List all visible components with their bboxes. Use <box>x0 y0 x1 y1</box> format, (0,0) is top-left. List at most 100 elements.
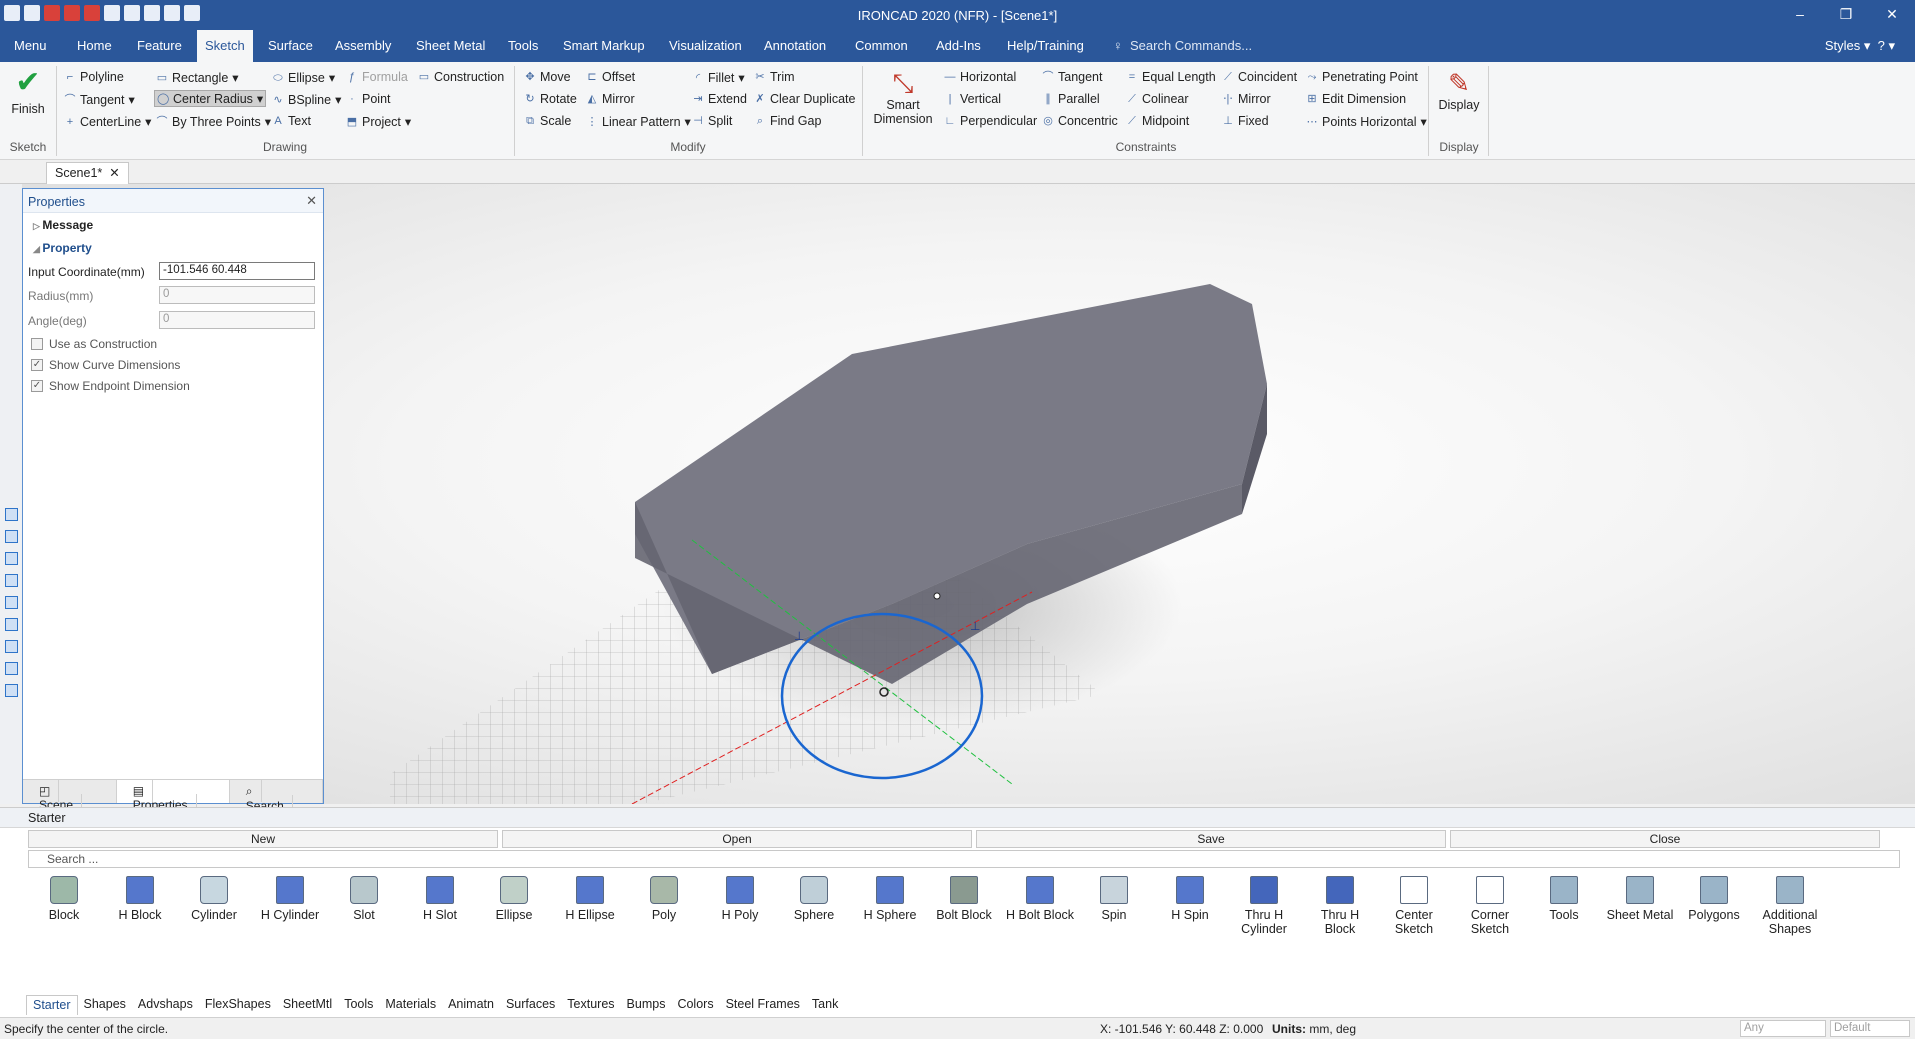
catalog-item[interactable]: Thru H Block <box>1304 876 1376 936</box>
catalog-tab[interactable]: Starter <box>26 995 78 1015</box>
formula-tool[interactable]: ƒ Formula <box>346 70 408 84</box>
edit-dimension-tool[interactable]: ⊞ Edit Dimension <box>1306 92 1406 106</box>
use-as-construction-checkbox[interactable]: Use as Construction <box>31 337 157 351</box>
view-cube-icon[interactable] <box>5 618 18 631</box>
catalog-item[interactable]: Ellipse <box>478 876 550 922</box>
catalog-item[interactable]: Thru H Cylinder <box>1228 876 1300 936</box>
view-cube-icon[interactable] <box>5 662 18 675</box>
catalog-item[interactable]: Tools <box>1528 876 1600 922</box>
move-tool[interactable]: ✥ Move <box>524 70 570 84</box>
tab-scene[interactable]: ◰ Scene <box>23 780 117 816</box>
catalog-item[interactable]: Sphere <box>778 876 850 922</box>
view-cube-icon[interactable] <box>5 596 18 609</box>
extend-tool[interactable]: ⇥ Extend <box>692 92 747 106</box>
property-section[interactable]: ◢ Property <box>33 241 92 255</box>
parallel-constraint[interactable]: ∥ Parallel <box>1042 92 1099 106</box>
radius-field[interactable]: 0 <box>159 286 315 304</box>
tab-visualization[interactable]: Visualization <box>661 30 750 62</box>
angle-field[interactable]: 0 <box>159 311 315 329</box>
catalog-item[interactable]: H Ellipse <box>554 876 626 922</box>
tab-tools[interactable]: Tools <box>500 30 546 62</box>
display-button[interactable]: ✎ Display <box>1436 68 1482 112</box>
catalog-tab[interactable]: Bumps <box>621 995 672 1015</box>
catalog-tab[interactable]: SheetMtl <box>277 995 338 1015</box>
close-tab-icon[interactable]: ✕ <box>109 166 119 180</box>
show-endpoint-dimension-checkbox[interactable]: ✓ Show Endpoint Dimension <box>31 379 190 393</box>
fillet-tool[interactable]: ◜ Fillet ▾ <box>692 70 745 86</box>
clear-duplicate-tool[interactable]: ✗ Clear Duplicate <box>754 92 855 106</box>
tab-menu[interactable]: Menu <box>6 30 55 62</box>
catalog-tab[interactable]: Steel Frames <box>720 995 806 1015</box>
catalog-item[interactable]: H Spin <box>1154 876 1226 922</box>
three-point-arc-tool[interactable]: ⌒ By Three Points ▾ <box>156 114 271 130</box>
catalog-close-button[interactable]: Close <box>1450 830 1880 848</box>
smart-dimension-button[interactable]: ⤡ Smart Dimension <box>866 68 940 126</box>
catalog-item[interactable]: Corner Sketch <box>1454 876 1526 936</box>
concentric-constraint[interactable]: ◎ Concentric <box>1042 114 1118 128</box>
catalog-new-button[interactable]: New <box>28 830 498 848</box>
view-cube-icon[interactable] <box>5 684 18 697</box>
filter-combo[interactable]: Any <box>1740 1020 1826 1037</box>
text-tool[interactable]: A Text <box>272 114 311 128</box>
tab-home[interactable]: Home <box>69 30 120 62</box>
midpoint-constraint[interactable]: ⟋ Midpoint <box>1126 114 1189 128</box>
catalog-item[interactable]: Bolt Block <box>928 876 1000 922</box>
close-window-button[interactable]: ✕ <box>1869 0 1915 30</box>
scale-tool[interactable]: ⧉ Scale <box>524 114 571 128</box>
equal-length-constraint[interactable]: = Equal Length <box>1126 70 1216 84</box>
offset-tool[interactable]: ⊏ Offset <box>586 70 635 84</box>
minimize-button[interactable]: – <box>1777 0 1823 30</box>
rectangle-tool[interactable]: ▭ Rectangle ▾ <box>156 70 239 86</box>
view-cube-icon[interactable] <box>5 530 18 543</box>
catalog-item[interactable]: Polygons <box>1678 876 1750 922</box>
catalog-tab[interactable]: Materials <box>379 995 442 1015</box>
point-tool[interactable]: · Point <box>346 92 390 106</box>
penetrating-point-constraint[interactable]: ⤳ Penetrating Point <box>1306 70 1418 84</box>
catalog-tab[interactable]: Tools <box>338 995 379 1015</box>
view-cube-icon[interactable] <box>5 640 18 653</box>
catalog-item[interactable]: Block <box>28 876 100 922</box>
finish-button[interactable]: ✔ Finish <box>8 68 48 117</box>
centerline-tool[interactable]: + CenterLine ▾ <box>64 114 152 130</box>
tab-properties[interactable]: ▤ Properties <box>116 780 230 816</box>
tab-annotation[interactable]: Annotation <box>756 30 834 62</box>
coincident-constraint[interactable]: ⟋ Coincident <box>1222 70 1297 84</box>
split-tool[interactable]: ⊣ Split <box>692 114 732 128</box>
view-cube-icon[interactable] <box>5 508 18 521</box>
catalog-tab[interactable]: Animatn <box>442 995 500 1015</box>
center-radius-tool[interactable]: ◯ Center Radius ▾ <box>154 90 267 107</box>
catalog-item[interactable]: Additional Shapes <box>1754 876 1826 936</box>
project-tool[interactable]: ⬒ Project ▾ <box>346 114 411 130</box>
catalog-tab[interactable]: Surfaces <box>500 995 561 1015</box>
catalog-tab[interactable]: FlexShapes <box>199 995 277 1015</box>
find-gap-tool[interactable]: ⌕ Find Gap <box>754 114 822 128</box>
catalog-tab[interactable]: Advshaps <box>132 995 199 1015</box>
colinear-constraint[interactable]: ⟋ Colinear <box>1126 92 1188 106</box>
tab-search[interactable]: ⌕ Search <box>230 780 323 817</box>
catalog-item[interactable]: H Slot <box>404 876 476 922</box>
rotate-tool[interactable]: ↻ Rotate <box>524 92 576 106</box>
horizontal-constraint[interactable]: — Horizontal <box>944 70 1017 84</box>
ellipse-tool[interactable]: ⬭ Ellipse ▾ <box>272 70 335 86</box>
tab-assembly[interactable]: Assembly <box>327 30 399 62</box>
polyline-tool[interactable]: ⌐ Polyline <box>64 70 124 84</box>
styles-menu[interactable]: Styles ▾ ? ▾ <box>1825 38 1895 54</box>
catalog-item[interactable]: H Cylinder <box>254 876 326 922</box>
tab-sheet-metal[interactable]: Sheet Metal <box>408 30 493 62</box>
points-horizontal-constraint[interactable]: ⋯ Points Horizontal ▾ <box>1306 114 1427 130</box>
catalog-item[interactable]: Sheet Metal <box>1604 876 1676 922</box>
catalog-item[interactable]: H Block <box>104 876 176 922</box>
tangent-constraint[interactable]: ⌒ Tangent <box>1042 70 1103 84</box>
linear-pattern-tool[interactable]: ⋮ Linear Pattern ▾ <box>586 114 691 130</box>
tab-smart-markup[interactable]: Smart Markup <box>555 30 653 62</box>
search-commands-input[interactable]: ♀ Search Commands... <box>1113 38 1252 53</box>
fixed-constraint[interactable]: ⊥ Fixed <box>1222 114 1268 128</box>
restore-button[interactable]: ❐ <box>1823 0 1869 30</box>
catalog-item[interactable]: Slot <box>328 876 400 922</box>
bspline-tool[interactable]: ∿ BSpline ▾ <box>272 92 341 108</box>
tab-common[interactable]: Common <box>847 30 916 62</box>
catalog-search-input[interactable]: Search ... <box>28 850 1900 868</box>
perpendicular-constraint[interactable]: ∟ Perpendicular <box>944 114 1038 128</box>
tangent-arc-tool[interactable]: ⌒ Tangent ▾ <box>64 92 135 108</box>
catalog-item[interactable]: Cylinder <box>178 876 250 922</box>
